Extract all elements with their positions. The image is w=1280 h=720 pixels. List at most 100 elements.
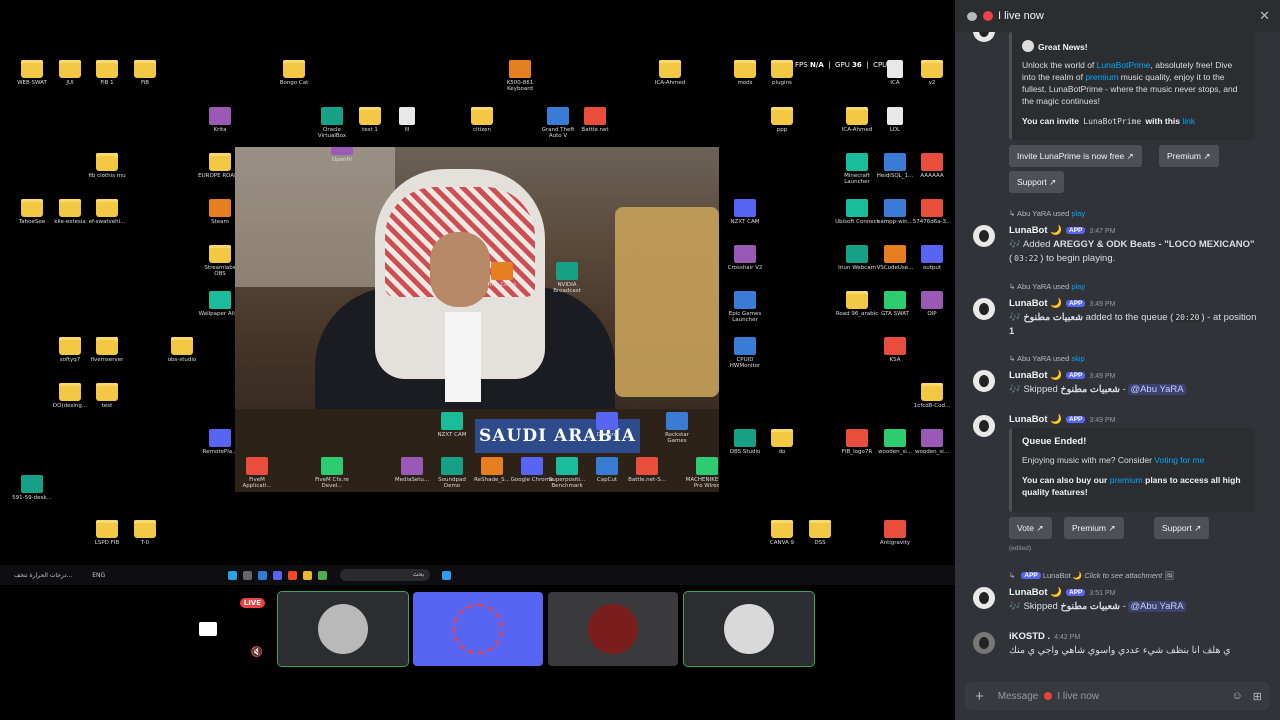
attachment-reply[interactable]: ↳ APP LunaBot 🌙 Click to see attachment … [1009, 571, 1174, 580]
desktop-icon[interactable]: Krita [198, 107, 242, 133]
support-button[interactable]: Support ↗ [1009, 171, 1065, 193]
desktop-icon-label: Oracle VirtualBox [317, 127, 347, 139]
desktop-icon[interactable]: AAAAAA [910, 153, 954, 179]
desktop-icon[interactable]: do [760, 429, 804, 455]
desktop-icon[interactable]: MediaSetu... [390, 457, 434, 483]
desktop-icon[interactable]: Discord [585, 412, 629, 438]
folder-icon [209, 245, 231, 263]
username[interactable]: LunaBot 🌙 APP 3:51 PM [1009, 587, 1115, 598]
language-indicator: ENG [92, 571, 106, 579]
desktop-icon[interactable]: Epic Games Launcher [723, 291, 767, 323]
message-text: 🎶 Skipped شعبيات مطنوخ - @Abu YaRA [1009, 384, 1186, 395]
desktop-icon-label: ICA-Ahmed [654, 80, 686, 86]
emoji-icon[interactable]: ☺ [1232, 690, 1243, 702]
username[interactable]: iKOSTD . 4:42 PM [1009, 631, 1080, 642]
desktop-icon[interactable]: NVIDIA Broadcast [545, 262, 589, 294]
desktop-icon[interactable]: K500-861 Keyboard [498, 60, 542, 92]
command-reply: ↳ Abu YaRA used skip [1009, 354, 1085, 363]
desktop-icon[interactable]: KSA [873, 337, 917, 363]
desktop-icon[interactable]: ppp [760, 107, 804, 133]
desktop-icon[interactable]: NZXT CAM [723, 199, 767, 225]
desktop-icon[interactable]: CapCut [585, 457, 629, 483]
desktop-icon[interactable]: Soundpad Demo [430, 457, 474, 489]
desktop-icon[interactable]: MACHENIKE M7 Pro Wired [685, 457, 719, 489]
folder-icon [96, 383, 118, 401]
premium-button[interactable]: Premium ↗ [1159, 145, 1219, 167]
desktop-icon[interactable]: Battle.net [573, 107, 617, 133]
mute-icon[interactable]: 🔇 [251, 647, 263, 658]
participant-tile[interactable] [683, 591, 815, 667]
desktop-icon[interactable]: FiB [123, 60, 167, 86]
desktop-icon[interactable]: 57476d6a-3... [910, 199, 954, 225]
desktop-icon[interactable]: ef-swatvehi... [85, 199, 129, 225]
username[interactable]: LunaBot 🌙 APP 3:49 PM [1009, 370, 1115, 381]
red-circle-icon [983, 11, 993, 21]
desktop-icon-label: ICA [890, 80, 900, 86]
stream-view[interactable]: WEB SWAT JUI FiB 1 FiB Bongo Cat K500-861 Key… [0, 0, 955, 720]
desktop-icon[interactable]: 1cfcd8-Cod... [910, 383, 954, 409]
desktop-icon[interactable]: Riot Client [480, 262, 524, 288]
desktop-icon[interactable]: T-0 [123, 520, 167, 546]
desktop-icon[interactable]: citizen [460, 107, 504, 133]
screen-share-tile[interactable]: LIVE 🔇 [143, 592, 273, 666]
desktop-icon-label: ICA-Ahmed [841, 127, 873, 133]
close-icon[interactable]: ✕ [1259, 8, 1270, 24]
desktop-icon[interactable]: Antigravity [873, 520, 917, 546]
support-button[interactable]: Support ↗ [1154, 517, 1210, 539]
avatar [971, 368, 997, 394]
participant-tile[interactable] [277, 591, 409, 667]
add-attachment-icon[interactable]: + [975, 688, 984, 705]
desktop-icon[interactable]: Battle.net-S... [625, 457, 669, 483]
message-list[interactable]: Great News! Unlock the world of LunaBotP… [955, 32, 1280, 677]
desktop-icon-label: 591-59-desk... [12, 495, 52, 501]
apps-icon[interactable]: ⊞ [1253, 690, 1262, 703]
desktop-icon[interactable]: output [910, 245, 954, 271]
desktop-icon[interactable]: Superpositi... Benchmark [545, 457, 589, 489]
participant-tile[interactable] [548, 592, 678, 666]
app-icon [884, 429, 906, 447]
app-icon [521, 457, 543, 475]
desktop-icon[interactable]: CPUID HWMonitor [723, 337, 767, 369]
desktop-icon[interactable]: ICA-Ahmed [648, 60, 692, 86]
channel-header: I live now ✕ [955, 0, 1280, 32]
desktop-icon[interactable]: DSS [798, 520, 842, 546]
desktop-icon[interactable]: FiveM Applicati... [235, 457, 279, 489]
desktop-icon-label: CANVA 9 [769, 540, 795, 546]
desktop-icon[interactable]: wooden_si... [910, 429, 954, 455]
desktop-icon[interactable]: fivemserver [85, 337, 129, 363]
desktop-icon-label: NZXT CAM [730, 219, 760, 225]
folder-icon [734, 60, 756, 78]
file-icon [887, 60, 903, 78]
desktop-icon[interactable]: fib clothis mu [85, 153, 129, 179]
username[interactable]: LunaBot 🌙 APP 3:49 PM [1009, 414, 1115, 425]
desktop-icon-label: JUI [66, 80, 74, 86]
invite-button[interactable]: Invite LunaPrime is now free ↗ [1009, 145, 1142, 167]
desktop-icon[interactable]: NZXT CAM [430, 412, 474, 438]
steam-icon [243, 570, 253, 580]
desktop-icon[interactable]: Crosshair V2 [723, 245, 767, 271]
premium-button[interactable]: Premium ↗ [1064, 517, 1124, 539]
desktop-icon[interactable]: OIP [910, 291, 954, 317]
desktop-icon[interactable]: FiveM Cfx.re Devel... [310, 457, 354, 489]
desktop-icon[interactable]: LOL [873, 107, 917, 133]
desktop-icon[interactable]: obs-studio [160, 337, 204, 363]
message-input[interactable]: + Message I live now ☺ ⊞ [965, 682, 1270, 710]
vote-button[interactable]: Vote ↗ [1009, 517, 1052, 539]
folder-icon [96, 520, 118, 538]
desktop-icon-label: Soundpad Demo [438, 477, 466, 489]
desktop-icon[interactable]: test [85, 383, 129, 409]
username[interactable]: LunaBot 🌙 APP 3:47 PM [1009, 225, 1115, 236]
desktop-icon[interactable]: 591-59-desk... [10, 475, 54, 501]
folder-icon [921, 383, 943, 401]
desktop-icon[interactable]: OpenIV [320, 147, 364, 163]
desktop-icon-label: Superpositi... Benchmark [548, 477, 586, 489]
desktop-icon[interactable]: ReShade_S... [470, 457, 514, 483]
desktop-icon[interactable]: lll [385, 107, 429, 133]
desktop-icon-label: lll [404, 127, 410, 133]
desktop-icon[interactable]: Rockstar Games [655, 412, 699, 444]
app-icon [596, 412, 618, 430]
participant-tile[interactable] [413, 592, 543, 666]
desktop-icon[interactable]: Bongo Cat [272, 60, 316, 86]
desktop-icon[interactable]: v2 [910, 60, 954, 86]
username[interactable]: LunaBot 🌙 APP 3:49 PM [1009, 298, 1115, 309]
